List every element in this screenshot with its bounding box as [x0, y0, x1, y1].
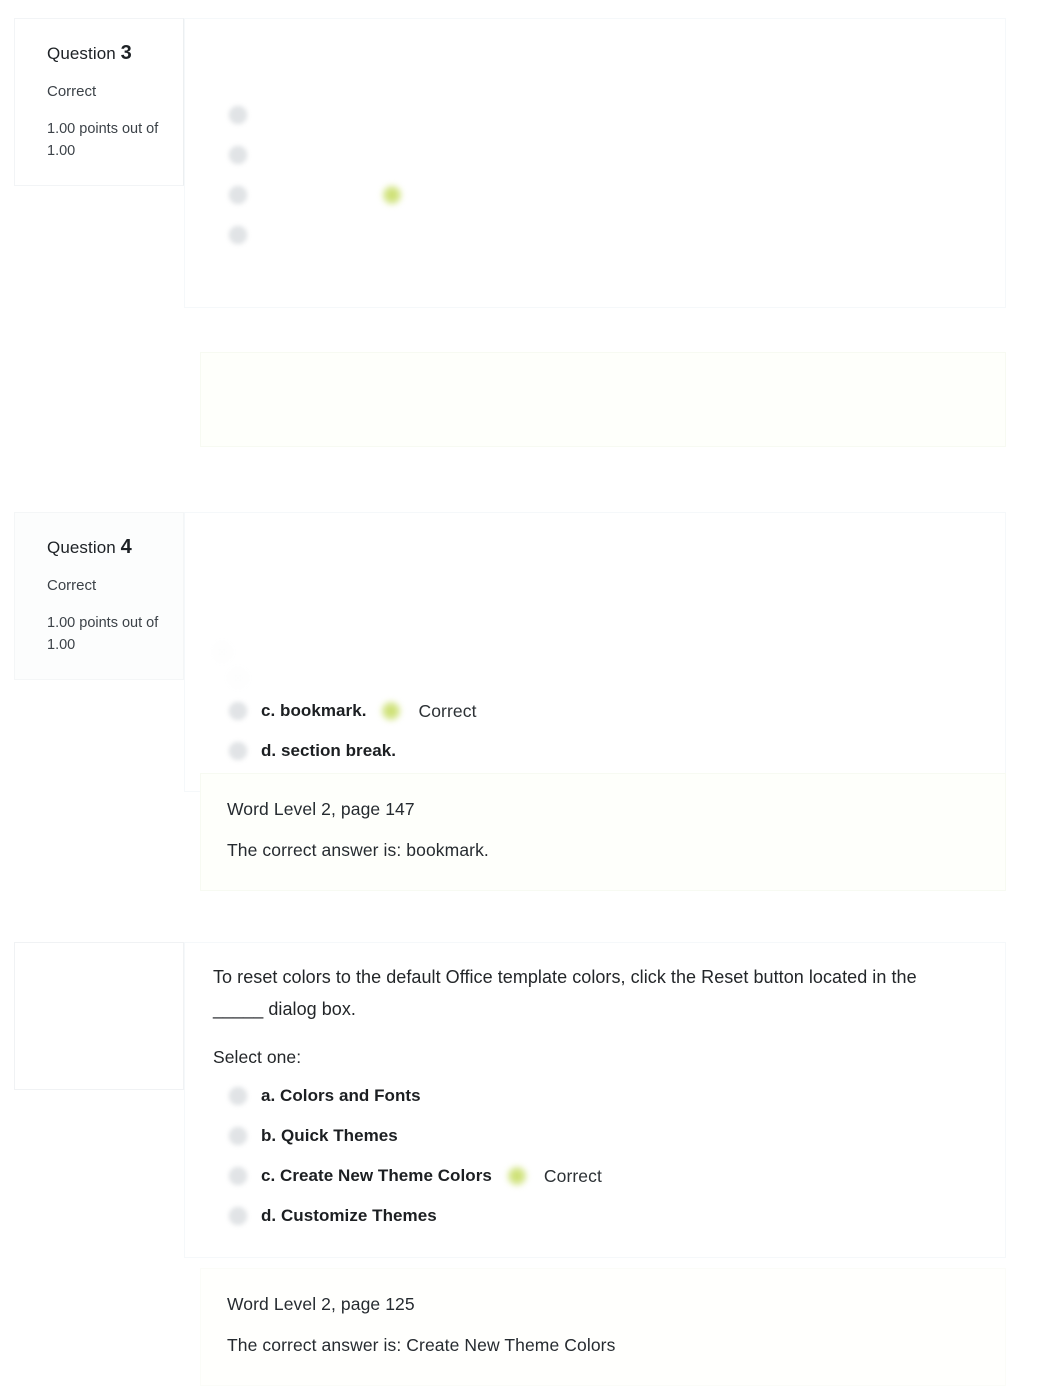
- question-feedback-4: Word Level 2, page 147 The correct answe…: [200, 773, 1006, 891]
- answer-option-3-a[interactable]: [213, 95, 979, 135]
- correct-text: Correct: [543, 1165, 602, 1186]
- question-body-spacer-3: [213, 61, 979, 95]
- radio-icon[interactable]: [229, 226, 247, 244]
- answer-label: a. Colors and Fonts: [261, 1086, 421, 1106]
- answer-list-4: c. bookmark. Correct d. section break.: [213, 639, 979, 771]
- answer-label: b. Quick Themes: [261, 1126, 398, 1146]
- radio-icon[interactable]: [229, 1167, 247, 1186]
- answer-label: c. Create New Theme Colors: [261, 1166, 492, 1186]
- question-info-4: Question 4 Correct 1.00 points out of 1.…: [14, 512, 184, 680]
- radio-icon[interactable]: [229, 1087, 247, 1106]
- question-feedback-3: [200, 352, 1006, 447]
- question-feedback-5: Word Level 2, page 125 The correct answe…: [200, 1268, 1006, 1386]
- radio-icon[interactable]: [229, 1207, 247, 1226]
- question-block-4: Question 4 Correct 1.00 points out of 1.…: [14, 512, 1006, 792]
- question-state-3: Correct: [47, 83, 97, 100]
- correct-check-icon: [381, 184, 403, 206]
- question-grade-3: 1.00 points out of 1.00: [47, 121, 159, 160]
- quiz-review-page: Question 3 Correct 1.00 points out of 1.…: [0, 0, 1062, 1386]
- question-body-5: To reset colors to the default Office te…: [184, 942, 1006, 1258]
- question-body-3: [184, 18, 1006, 308]
- radio-icon[interactable]: [213, 643, 231, 661]
- radio-icon[interactable]: [229, 742, 247, 760]
- answer-list-5: a. Colors and Fonts b. Quick Themes c. C…: [213, 1076, 979, 1236]
- question-number-value: 3: [120, 42, 132, 64]
- feedback-line: The correct answer is: bookmark.: [227, 840, 489, 861]
- answer-option-5-a[interactable]: a. Colors and Fonts: [213, 1076, 979, 1116]
- question-number-value: 4: [120, 536, 132, 558]
- question-block-3: Question 3 Correct 1.00 points out of 1.…: [14, 18, 1006, 308]
- question-block-5: To reset colors to the default Office te…: [14, 942, 1006, 1258]
- answer-option-3-c[interactable]: [213, 175, 979, 215]
- feedback-line: Word Level 2, page 125: [227, 1294, 415, 1314]
- radio-icon[interactable]: [229, 669, 247, 687]
- question-state-4: Correct: [47, 577, 97, 594]
- feedback-line: The correct answer is: Create New Theme …: [227, 1335, 616, 1356]
- answer-option-4-b[interactable]: [213, 665, 979, 691]
- radio-icon[interactable]: [229, 146, 247, 164]
- answer-list-3: [213, 95, 979, 255]
- correct-text: Correct: [418, 700, 477, 721]
- question-number-label: Question: [47, 44, 116, 63]
- answer-option-4-a[interactable]: [213, 639, 979, 665]
- question-grade-4: 1.00 points out of 1.00: [47, 615, 159, 654]
- answer-label: d. section break.: [261, 741, 397, 760]
- answer-option-5-c[interactable]: c. Create New Theme Colors Correct: [213, 1156, 979, 1196]
- question-text-5: To reset colors to the default Office te…: [213, 967, 917, 1020]
- answer-option-5-b[interactable]: b. Quick Themes: [213, 1116, 979, 1156]
- radio-icon[interactable]: [229, 186, 247, 204]
- question-number-4: Question 4: [47, 535, 165, 560]
- select-one-label-5: Select one:: [213, 1047, 302, 1068]
- question-info-3: Question 3 Correct 1.00 points out of 1.…: [14, 18, 184, 186]
- answer-option-5-d[interactable]: d. Customize Themes: [213, 1196, 979, 1236]
- answer-label: d. Customize Themes: [261, 1206, 437, 1226]
- answer-option-3-b[interactable]: [213, 135, 979, 175]
- radio-icon[interactable]: [229, 1127, 247, 1146]
- answer-label: c. bookmark.: [261, 701, 367, 720]
- question-body-4: c. bookmark. Correct d. section break.: [184, 512, 1006, 792]
- correct-check-icon: [380, 700, 403, 722]
- answer-option-3-d[interactable]: [213, 215, 979, 255]
- answer-option-4-c[interactable]: c. bookmark. Correct: [213, 691, 979, 731]
- question-number-3: Question 3: [47, 41, 165, 66]
- question-number-label: Question: [47, 538, 116, 557]
- question-info-5: [14, 942, 184, 1090]
- radio-icon[interactable]: [229, 106, 247, 124]
- answer-option-4-d[interactable]: d. section break.: [213, 731, 979, 771]
- feedback-line: Word Level 2, page 147: [227, 799, 415, 819]
- radio-icon[interactable]: [229, 702, 247, 720]
- correct-check-icon: [505, 1165, 528, 1188]
